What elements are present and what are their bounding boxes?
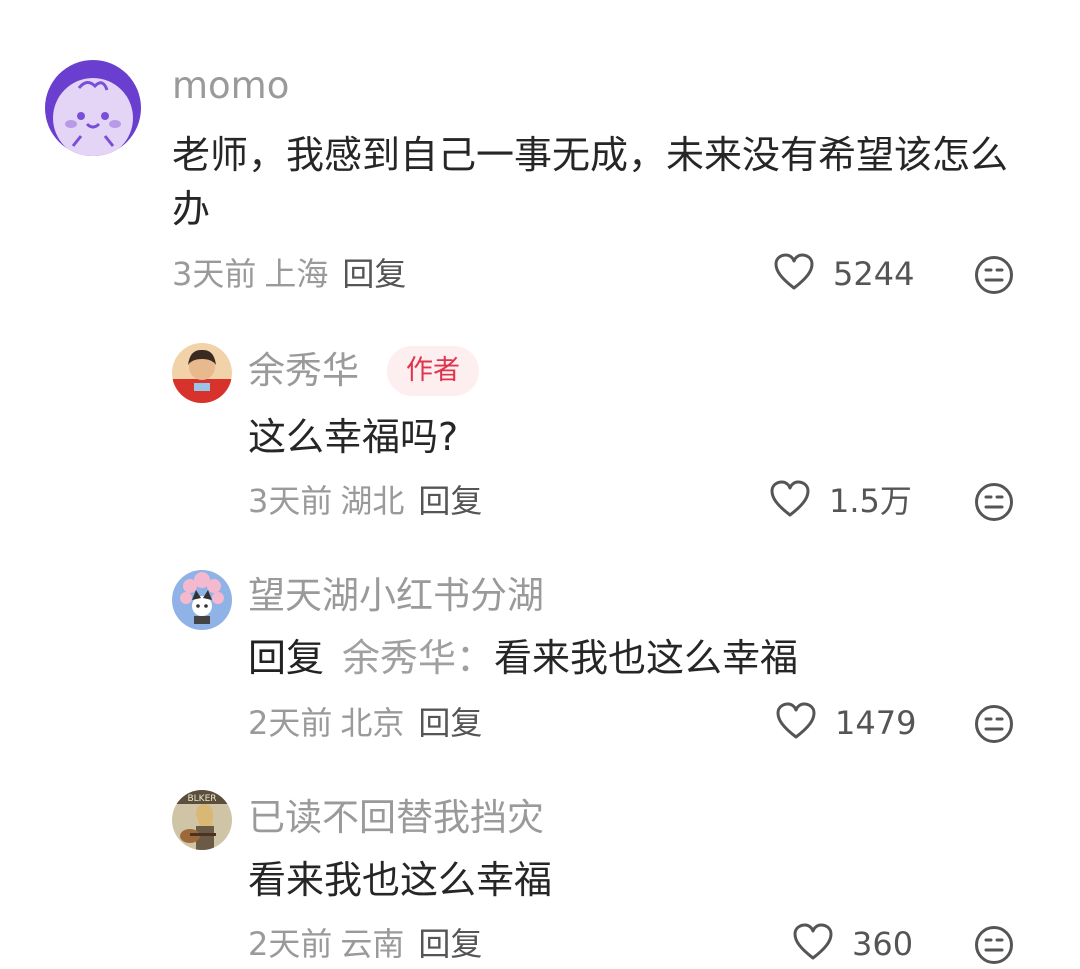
comment-time: 2天前: [248, 704, 333, 742]
avatar[interactable]: [172, 343, 232, 403]
like-button[interactable]: 5244: [773, 252, 914, 296]
reply-prefix: 回复: [248, 636, 325, 680]
comment-location: 北京: [340, 704, 405, 742]
emoji-face-icon[interactable]: [974, 704, 1014, 744]
heart-outline-icon: [773, 252, 815, 296]
comment-location: 湖北: [340, 482, 405, 520]
emoji-face-icon[interactable]: [974, 925, 1014, 965]
reply-button[interactable]: 回复: [342, 255, 406, 293]
comment-time: 3天前: [248, 482, 333, 520]
username[interactable]: 望天湖小红书分湖: [248, 574, 544, 618]
username[interactable]: 余秀华: [248, 349, 359, 393]
avatar[interactable]: BLKER: [172, 790, 232, 850]
comment-text: 这么幸福吗?: [248, 415, 459, 459]
comment-location: 云南: [340, 925, 405, 963]
comment-time: 3天前: [172, 255, 257, 293]
avatar[interactable]: [172, 570, 232, 630]
reply-target-username[interactable]: 余秀华：: [342, 636, 494, 680]
heart-outline-icon: [792, 922, 834, 966]
reply-button[interactable]: 回复: [418, 704, 482, 742]
avatar[interactable]: [45, 60, 141, 156]
like-count: 1479: [835, 704, 917, 742]
like-count: 1.5万: [829, 482, 912, 520]
like-button[interactable]: 1.5万: [769, 479, 912, 523]
heart-outline-icon: [775, 701, 817, 745]
comment-text: 老师，我感到自己一事无成，未来没有希望该怎么办: [172, 133, 1009, 231]
comment-text: 回复 余秀华：看来我也这么幸福: [248, 631, 1028, 685]
comment-time: 2天前: [248, 925, 333, 963]
like-count: 360: [852, 925, 914, 963]
comment-meta: 3天前 上海 回复: [172, 254, 406, 294]
like-button[interactable]: 360: [792, 922, 913, 966]
reply-button[interactable]: 回复: [418, 925, 482, 963]
comment-meta: 2天前 云南 回复: [248, 924, 482, 964]
reply-button[interactable]: 回复: [418, 482, 482, 520]
heart-outline-icon: [769, 479, 811, 523]
comment-meta: 3天前 湖北 回复: [248, 481, 482, 521]
emoji-face-icon[interactable]: [974, 255, 1014, 295]
comment-text: 看来我也这么幸福: [248, 858, 553, 902]
username[interactable]: 已读不回替我挡灾: [248, 796, 544, 840]
author-badge: 作者: [387, 346, 479, 396]
like-button[interactable]: 1479: [775, 701, 916, 745]
comment-text-content: 看来我也这么幸福: [494, 636, 799, 680]
username[interactable]: momo: [172, 64, 289, 108]
comment-meta: 2天前 北京 回复: [248, 703, 482, 743]
comment-location: 上海: [264, 255, 329, 293]
emoji-face-icon[interactable]: [974, 482, 1014, 522]
svg-text:BLKER: BLKER: [187, 794, 216, 804]
like-count: 5244: [833, 255, 915, 293]
